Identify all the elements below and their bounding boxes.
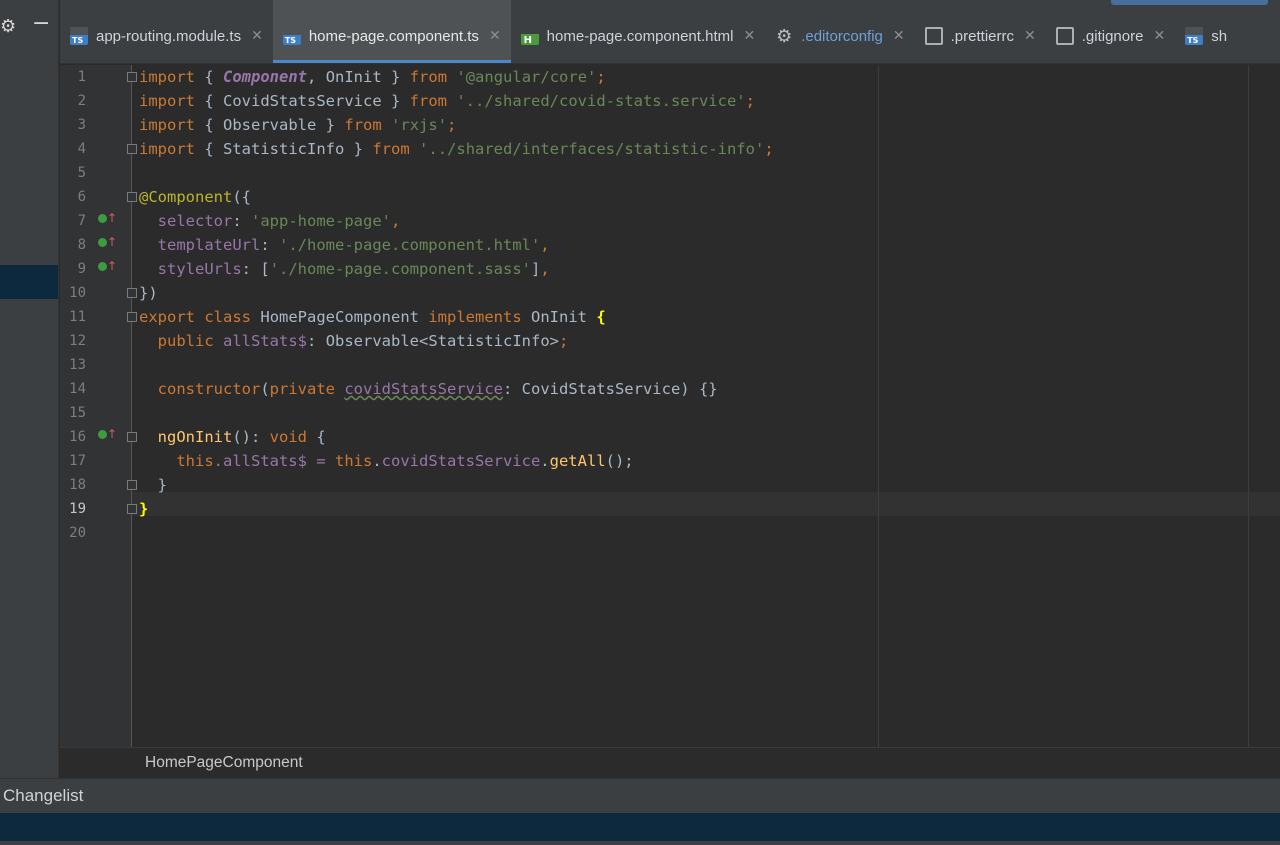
tab-label: sh — [1211, 27, 1228, 45]
tab-home-page-component-html[interactable]: home-page.component.html ✕ — [511, 0, 766, 63]
code-line[interactable]: @Component({ — [139, 185, 251, 209]
changelist-title[interactable]: Changelist — [3, 786, 83, 806]
gear-icon[interactable]: ⚙ — [0, 14, 18, 38]
fold-icon[interactable] — [127, 192, 137, 202]
close-icon[interactable]: ✕ — [251, 28, 263, 44]
line-number: 6 — [77, 189, 86, 205]
editor-tab-bar: app-routing.module.ts ✕ home-page.compon… — [60, 0, 1280, 64]
selected-tree-item[interactable] — [0, 265, 58, 299]
line-number: 1 — [77, 69, 86, 85]
code-line[interactable]: import { Component, OnInit } from '@angu… — [139, 65, 606, 89]
override-marker-icon[interactable]: ↑ — [98, 206, 118, 230]
override-marker-icon[interactable]: ↑ — [98, 422, 118, 446]
code-line-current[interactable]: } — [139, 497, 148, 521]
typescript-file-icon — [282, 27, 301, 45]
fold-icon[interactable] — [127, 144, 137, 154]
changelist-selected-row[interactable] — [0, 813, 1280, 841]
line-number: 7 — [77, 213, 86, 229]
code-line[interactable]: import { CovidStatsService } from '../sh… — [139, 89, 755, 113]
fold-icon[interactable] — [127, 288, 137, 298]
line-number: 20 — [69, 525, 86, 541]
code-line[interactable]: selector: 'app-home-page', — [139, 209, 401, 233]
line-number: 12 — [69, 333, 86, 349]
tab-prettierrc[interactable]: .prettierrc ✕ — [915, 0, 1046, 63]
code-line[interactable]: import { Observable } from 'rxjs'; — [139, 113, 456, 137]
top-progress-indicator — [1111, 0, 1268, 5]
typescript-file-icon — [70, 27, 88, 45]
line-number: 13 — [69, 357, 86, 373]
right-margin-guide — [878, 65, 879, 747]
visual-guide — [1248, 65, 1249, 747]
code-line[interactable]: ngOnInit(): void { — [139, 425, 326, 449]
code-line[interactable]: this.allStats$ = this.covidStatsService.… — [139, 449, 633, 473]
fold-icon[interactable] — [127, 72, 137, 82]
line-number: 9 — [77, 261, 86, 277]
code-line[interactable]: styleUrls: ['./home-page.component.sass'… — [139, 257, 550, 281]
line-number: 5 — [77, 165, 86, 181]
fold-icon[interactable] — [127, 504, 137, 514]
current-line-highlight — [60, 492, 1280, 516]
fold-icon[interactable] — [127, 480, 137, 490]
tab-label: app-routing.module.ts — [96, 27, 242, 45]
bottom-edge — [0, 841, 1280, 845]
gear-icon: ⚙ — [776, 26, 793, 46]
ignore-file-icon — [1055, 27, 1074, 45]
tab-editorconfig[interactable]: ⚙ .editorconfig ✕ — [765, 0, 914, 63]
code-line[interactable]: public allStats$: Observable<StatisticIn… — [139, 329, 569, 353]
typescript-file-icon — [1185, 27, 1204, 45]
tab-label: home-page.component.ts — [308, 27, 479, 45]
code-line[interactable]: } — [139, 473, 167, 497]
fold-icon[interactable] — [127, 432, 137, 442]
project-panel-strip: ⚙ − — [0, 0, 59, 778]
breadcrumb: HomePageComponent — [60, 747, 1280, 778]
collapse-icon[interactable]: − — [32, 12, 50, 36]
close-icon[interactable]: ✕ — [743, 28, 755, 44]
override-marker-icon[interactable]: ↑ — [98, 230, 118, 254]
close-icon[interactable]: ✕ — [1024, 28, 1036, 44]
breadcrumb-item[interactable]: HomePageComponent — [145, 754, 303, 772]
html-file-icon — [520, 27, 539, 46]
close-icon[interactable]: ✕ — [489, 28, 501, 44]
code-line[interactable]: templateUrl: './home-page.component.html… — [139, 233, 550, 257]
tab-label: .prettierrc — [950, 27, 1014, 45]
line-number: 8 — [77, 237, 86, 253]
close-icon[interactable]: ✕ — [893, 28, 905, 44]
config-file-icon — [924, 27, 943, 45]
tab-home-page-component-ts[interactable]: home-page.component.ts ✕ — [272, 0, 511, 63]
changelist-panel-header: Changelist — [0, 778, 1280, 813]
code-line[interactable]: }) — [139, 281, 158, 305]
tab-truncated[interactable]: sh — [1175, 0, 1237, 63]
tab-label: .gitignore — [1081, 27, 1144, 45]
tab-app-routing-module[interactable]: app-routing.module.ts ✕ — [60, 0, 273, 63]
fold-icon[interactable] — [127, 312, 137, 322]
code-line[interactable]: import { StatisticInfo } from '../shared… — [139, 137, 774, 161]
line-number: 10 — [69, 285, 86, 301]
close-icon[interactable]: ✕ — [1153, 28, 1165, 44]
line-number: 3 — [77, 117, 86, 133]
line-number: 17 — [69, 453, 86, 469]
code-line[interactable]: export class HomePageComponent implement… — [139, 305, 606, 329]
line-number: 18 — [69, 477, 86, 493]
line-number: 11 — [69, 309, 86, 325]
line-number: 4 — [77, 141, 86, 157]
tab-gitignore[interactable]: .gitignore ✕ — [1046, 0, 1175, 63]
tab-label: home-page.component.html — [546, 27, 734, 45]
line-number-current: 19 — [69, 501, 86, 517]
tab-label: .editorconfig — [801, 27, 883, 45]
override-marker-icon[interactable]: ↑ — [98, 254, 118, 278]
code-line[interactable]: constructor(private covidStatsService: C… — [139, 377, 718, 401]
line-number: 15 — [69, 405, 86, 421]
line-number: 16 — [69, 429, 86, 445]
line-number: 14 — [69, 381, 86, 397]
line-number: 2 — [77, 93, 86, 109]
code-editor[interactable]: 1 2 3 4 5 6 7 8 9 10 11 12 13 14 15 16 1… — [60, 65, 1280, 747]
